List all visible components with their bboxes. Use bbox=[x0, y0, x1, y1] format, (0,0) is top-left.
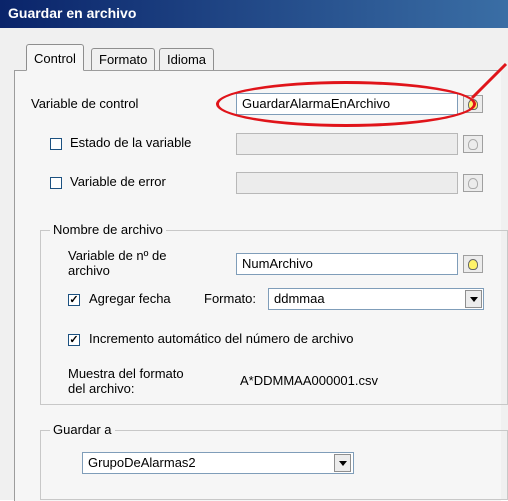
agregar-fecha-checkbox[interactable]: ✓ bbox=[68, 294, 80, 306]
nombre-archivo-legend: Nombre de archivo bbox=[50, 222, 166, 237]
muestra-label-line1: Muestra del formato bbox=[68, 366, 184, 381]
variable-error-field bbox=[236, 172, 458, 194]
checkmark-icon: ✓ bbox=[69, 334, 79, 346]
variable-error-checkbox[interactable] bbox=[50, 177, 62, 189]
incremento-label: Incremento automático del número de arch… bbox=[89, 331, 354, 346]
checkmark-icon: ✓ bbox=[69, 294, 79, 306]
tab-idioma[interactable]: Idioma bbox=[159, 48, 215, 70]
variable-nro-browse-button[interactable] bbox=[463, 255, 483, 273]
tab-formato[interactable]: Formato bbox=[91, 48, 156, 70]
estado-variable-browse-button bbox=[463, 135, 483, 153]
variable-error-label: Variable de error bbox=[70, 174, 166, 189]
chevron-down-icon bbox=[338, 460, 347, 466]
estado-variable-label: Estado de la variable bbox=[70, 135, 192, 150]
variable-error-browse-button bbox=[463, 174, 483, 192]
agregar-fecha-label: Agregar fecha bbox=[89, 291, 171, 306]
lightbulb-icon bbox=[468, 177, 478, 189]
guardar-a-dropdown-button[interactable] bbox=[334, 454, 351, 472]
muestra-label-line2: del archivo: bbox=[68, 381, 135, 396]
variable-nro-label-line1: Variable de nº de bbox=[68, 248, 167, 263]
incremento-checkbox[interactable]: ✓ bbox=[68, 334, 80, 346]
variable-nro-field[interactable]: NumArchivo bbox=[236, 253, 458, 275]
window-title: Guardar en archivo bbox=[8, 5, 137, 21]
muestra-value: A*DDMMAA000001.csv bbox=[240, 373, 378, 388]
estado-variable-field bbox=[236, 133, 458, 155]
estado-variable-checkbox[interactable] bbox=[50, 138, 62, 150]
chevron-down-icon bbox=[469, 296, 478, 302]
highlight-ellipse bbox=[216, 81, 476, 127]
guardar-a-select[interactable]: GrupoDeAlarmas2 bbox=[82, 452, 354, 474]
tab-control[interactable]: Control bbox=[26, 44, 84, 71]
formato-dropdown-button[interactable] bbox=[465, 290, 482, 308]
guardar-a-legend: Guardar a bbox=[50, 422, 115, 437]
annotation-line bbox=[470, 62, 508, 100]
lightbulb-icon bbox=[468, 258, 478, 270]
formato-label: Formato: bbox=[204, 291, 257, 306]
formato-select[interactable]: ddmmaa bbox=[268, 288, 484, 310]
variable-nro-label-line2: archivo bbox=[68, 263, 110, 278]
lightbulb-icon bbox=[468, 138, 478, 150]
variable-control-label: Variable de control bbox=[31, 96, 139, 111]
